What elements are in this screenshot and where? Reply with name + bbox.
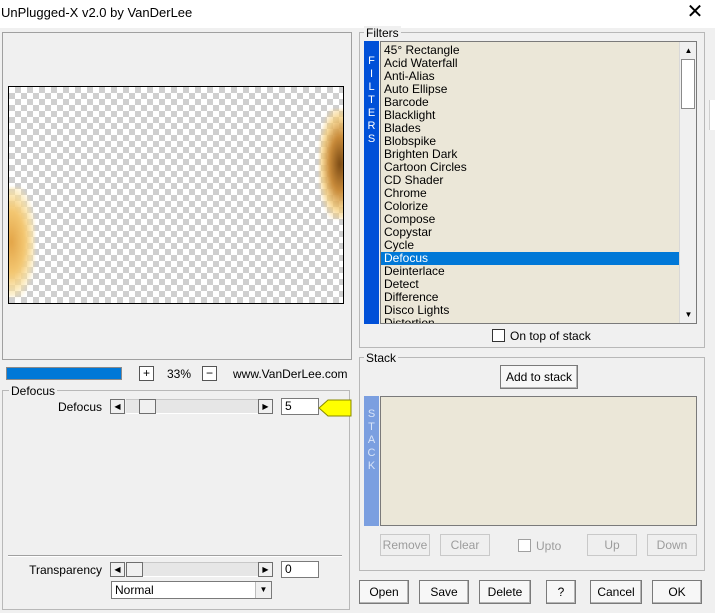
blend-mode-select[interactable]: Normal ▼ bbox=[111, 581, 272, 599]
side-bar-letter: I bbox=[369, 68, 374, 80]
window-edge bbox=[709, 100, 715, 130]
side-bar-letter: F bbox=[368, 55, 375, 67]
transparency-slider-thumb[interactable] bbox=[126, 562, 143, 577]
side-bar-letter: A bbox=[367, 434, 376, 446]
upto-label: Upto bbox=[536, 539, 562, 553]
side-bar-letter: T bbox=[368, 94, 375, 106]
stack-list[interactable] bbox=[380, 396, 697, 526]
transparency-decrease-button[interactable]: ◀ bbox=[110, 562, 125, 577]
help-button[interactable]: ? bbox=[546, 580, 576, 604]
on-top-checkbox[interactable] bbox=[492, 329, 505, 342]
blend-mode-value: Normal bbox=[115, 583, 154, 597]
up-button[interactable]: Up bbox=[587, 534, 637, 556]
delete-button[interactable]: Delete bbox=[479, 580, 531, 604]
preview-glow-left bbox=[9, 187, 35, 297]
progress-bar bbox=[6, 367, 122, 380]
side-bar-letter: C bbox=[367, 447, 376, 459]
defocus-slider-track[interactable] bbox=[126, 399, 258, 414]
defocus-increase-button[interactable]: ▶ bbox=[258, 399, 273, 414]
defocus-param-label: Defocus bbox=[57, 400, 102, 414]
open-button[interactable]: Open bbox=[359, 580, 409, 604]
filters-group-title: Filters bbox=[364, 26, 401, 40]
filter-item[interactable]: Copystar bbox=[381, 226, 679, 239]
transparency-slider-track[interactable] bbox=[126, 562, 258, 577]
transparency-value-field[interactable]: 0 bbox=[281, 561, 319, 578]
ok-button[interactable]: OK bbox=[652, 580, 702, 604]
zoom-out-button[interactable]: − bbox=[202, 366, 217, 381]
side-bar-letter: K bbox=[367, 460, 376, 472]
side-bar-letter: R bbox=[367, 120, 376, 132]
filter-item[interactable]: Deinterlace bbox=[381, 265, 679, 278]
stack-group-title: Stack bbox=[364, 351, 399, 365]
on-top-label: On top of stack bbox=[510, 329, 591, 343]
side-bar-letter: T bbox=[368, 421, 375, 433]
active-param-marker-icon bbox=[318, 399, 352, 417]
defocus-value-field[interactable]: 5 bbox=[281, 398, 319, 415]
stack-side-bar: STACK bbox=[364, 396, 379, 526]
website-link[interactable]: www.VanDerLee.com bbox=[233, 367, 348, 381]
defocus-decrease-button[interactable]: ◀ bbox=[110, 399, 125, 414]
cancel-button[interactable]: Cancel bbox=[590, 580, 642, 604]
save-button[interactable]: Save bbox=[419, 580, 469, 604]
transparency-label: Transparency bbox=[29, 563, 102, 577]
add-to-stack-button[interactable]: Add to stack bbox=[500, 365, 578, 389]
filter-item[interactable]: Distortion bbox=[381, 317, 679, 324]
filter-list-scrollbar[interactable]: ▲ ▼ bbox=[679, 42, 696, 323]
side-bar-letter: E bbox=[367, 107, 376, 119]
remove-button[interactable]: Remove bbox=[380, 534, 430, 556]
separator bbox=[8, 555, 342, 557]
window-title: UnPlugged-X v2.0 by VanDerLee bbox=[1, 5, 193, 20]
filter-item[interactable]: Blacklight bbox=[381, 109, 679, 122]
preview-glow-right bbox=[319, 109, 343, 219]
zoom-in-button[interactable]: + bbox=[139, 366, 154, 381]
chevron-down-icon[interactable]: ▼ bbox=[255, 582, 271, 598]
clear-button[interactable]: Clear bbox=[440, 534, 490, 556]
side-bar-letter: S bbox=[367, 133, 376, 145]
side-bar-letter: L bbox=[368, 81, 375, 93]
filter-list[interactable]: 45° Rectangle Acid Waterfall Anti-Alias Aut… bbox=[380, 41, 697, 324]
down-button[interactable]: Down bbox=[647, 534, 697, 556]
upto-checkbox[interactable] bbox=[518, 539, 531, 552]
defocus-slider-thumb[interactable] bbox=[139, 399, 156, 414]
close-icon[interactable]: ✕ bbox=[683, 1, 707, 25]
side-bar-letter: S bbox=[367, 408, 376, 420]
zoom-level: 33% bbox=[166, 367, 192, 381]
scroll-up-icon[interactable]: ▲ bbox=[680, 42, 697, 59]
filters-side-bar: FILTERS bbox=[364, 41, 379, 324]
preview-canvas[interactable] bbox=[8, 86, 344, 304]
defocus-group-title: Defocus bbox=[9, 384, 58, 398]
scroll-down-icon[interactable]: ▼ bbox=[680, 306, 697, 323]
transparency-increase-button[interactable]: ▶ bbox=[258, 562, 273, 577]
title-bar: UnPlugged-X v2.0 by VanDerLee ✕ bbox=[0, 0, 715, 28]
scroll-thumb[interactable] bbox=[681, 59, 695, 109]
